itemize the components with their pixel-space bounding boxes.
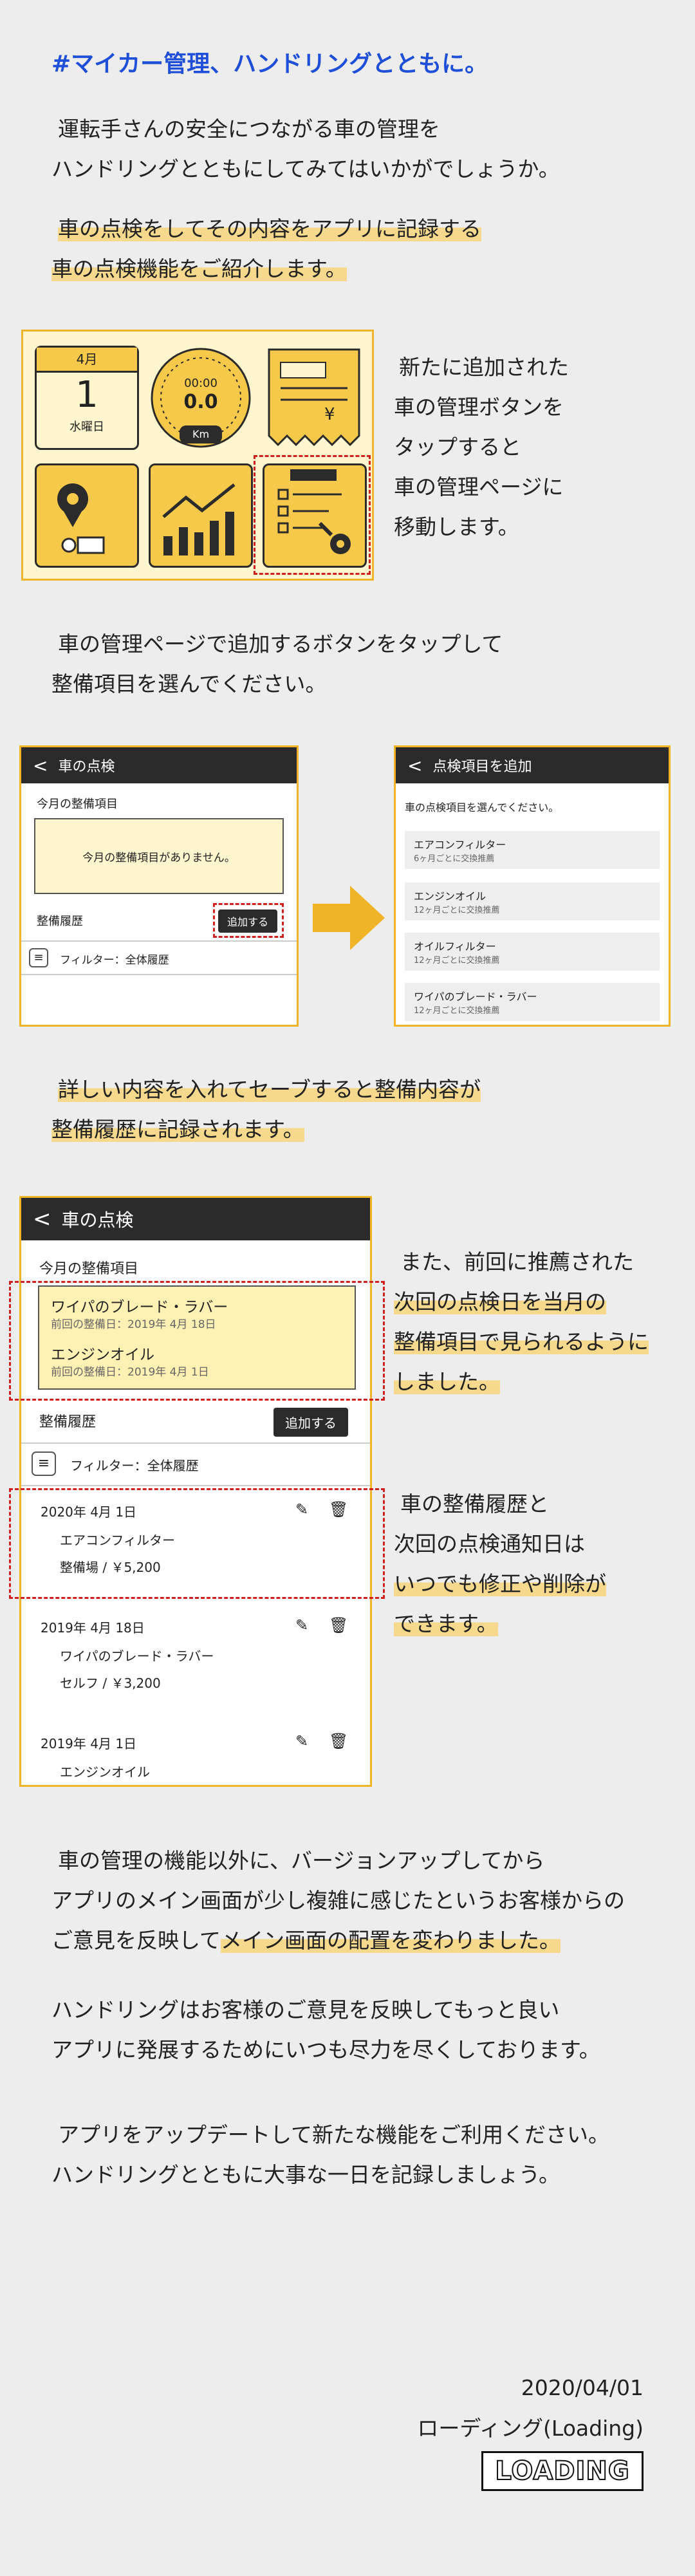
outro1-line-3b: メイン画面の配置を変わりました。: [221, 1928, 561, 1953]
step3-line-1: 詳しい内容を入れてセーブすると整備内容が: [58, 1077, 481, 1102]
item-note: 12ヶ月ごとに交換推薦: [414, 1006, 500, 1016]
filter-label[interactable]: フィルター：全体履歴: [70, 1455, 199, 1474]
screen-a-title: 車の点検: [58, 759, 115, 775]
calendar-day: 1: [75, 374, 98, 416]
outro1-line-1: 車の管理の機能以外に、バージョンアップしてから: [58, 1848, 545, 1873]
outro3-line-2: ハンドリングとともに大事な一日を記録しましょう。: [51, 2162, 561, 2187]
item-name: オイルフィルター: [414, 940, 496, 953]
history-heading: 整備履歴: [39, 1414, 97, 1430]
footer-author: ローディング(Loading): [417, 2416, 644, 2441]
screen-b-header: < 点検項目を追加: [396, 747, 669, 783]
item-name: エンジンオイル: [414, 890, 486, 902]
filter-icon[interactable]: ≡: [32, 1451, 56, 1476]
step2-line-1: 車の管理ページで追加するボタンをタップして: [58, 631, 503, 657]
item-note: 12ヶ月ごとに交換推薦: [414, 906, 500, 915]
desc2-line-2: 次回の点検日を当月の: [394, 1289, 606, 1314]
record-date: 2019年 4月 1日: [41, 1736, 137, 1751]
history-heading: 整備履歴: [37, 915, 83, 928]
desc2-line-3: 整備項目で見られるように: [394, 1329, 649, 1354]
screen-c-title: 車の点検: [61, 1209, 134, 1231]
arrow-right-icon: [313, 886, 385, 950]
item-name: エアコンフィルター: [414, 839, 506, 851]
gauge-time: 00:00: [184, 377, 218, 390]
odometer-icon[interactable]: 00:00 0.0 Km: [149, 346, 253, 450]
filter-icon[interactable]: ≡: [29, 948, 48, 967]
desc1-line-2: 車の管理ボタンを: [394, 395, 564, 420]
desc2-line-4: しました。: [394, 1369, 500, 1394]
month-items-heading: 今月の整備項目: [37, 798, 118, 811]
highlight-car-management: [254, 455, 371, 575]
statistics-chart-icon[interactable]: [149, 463, 253, 568]
desc1-line-1: 新たに追加された: [399, 355, 569, 380]
logo-text: LOADING: [494, 2456, 630, 2487]
record-detail: セルフ / ￥3,200: [60, 1675, 161, 1691]
receipt-icon[interactable]: ¥: [263, 346, 367, 450]
record-item: ワイパのブレード・ラバー: [60, 1648, 214, 1664]
map-location-icon[interactable]: [35, 463, 139, 568]
record-item: エンジンオイル: [60, 1764, 150, 1780]
edit-icon[interactable]: ✎: [295, 1732, 308, 1750]
receipt-currency: ¥: [324, 405, 335, 424]
list-item[interactable]: ワイパのブレード・ラバー 12ヶ月ごとに交換推薦: [405, 983, 660, 1021]
highlight-add-button: [213, 903, 284, 938]
edit-icon[interactable]: ✎: [295, 1616, 308, 1634]
back-arrow-icon[interactable]: <: [33, 755, 48, 776]
record-date: 2019年 4月 18日: [41, 1620, 145, 1636]
item-note: 12ヶ月ごとに交換推薦: [414, 956, 500, 966]
desc3-line-3: いつでも修正や削除が: [394, 1571, 606, 1596]
month-items-heading: 今月の整備項目: [39, 1261, 139, 1277]
trash-icon[interactable]: 🗑: [329, 1616, 348, 1634]
desc1-line-5: 移動します。: [394, 514, 519, 539]
step2-line-2: 整備項目を選んでください。: [51, 671, 327, 696]
calendar-icon[interactable]: 4月 1 水曜日: [35, 346, 139, 450]
step3-line-2: 整備履歴に記録されます。: [51, 1117, 304, 1142]
page-title: #マイカー管理、ハンドリングとともに。: [51, 51, 488, 77]
select-prompt: 車の点検項目を選んでください。: [405, 801, 559, 814]
screen-a-header: < 車の点検: [21, 747, 297, 783]
table-row[interactable]: 2019年 4月 1日 エンジンオイル ✎ 🗑: [21, 1726, 370, 1785]
list-item[interactable]: エンジンオイル 12ヶ月ごとに交換推薦: [405, 882, 660, 920]
menu-icon-panel: 4月 1 水曜日 00:00 0.0 Km ¥: [21, 330, 374, 581]
calendar-weekday: 水曜日: [70, 420, 104, 434]
trash-icon[interactable]: 🗑: [329, 1732, 348, 1750]
screen-add-inspection-item: < 点検項目を追加 車の点検項目を選んでください。 エアコンフィルター 6ヶ月ご…: [394, 745, 671, 1027]
list-item[interactable]: オイルフィルター 12ヶ月ごとに交換推薦: [405, 933, 660, 971]
list-item[interactable]: エアコンフィルター 6ヶ月ごとに交換推薦: [405, 831, 660, 869]
gauge-unit: Km: [192, 428, 210, 440]
calendar-month: 4月: [37, 348, 137, 373]
highlight-history-record: [9, 1488, 385, 1599]
desc3-line-4: できます。: [394, 1611, 498, 1636]
highlight-month-items: [9, 1281, 385, 1401]
gauge-value: 0.0: [183, 391, 218, 413]
screen-c-header: < 車の点検: [21, 1198, 370, 1240]
screen-b-title: 点検項目を追加: [432, 759, 532, 775]
outro2-line-1: ハンドリングはお客様のご意見を反映してもっと良い: [51, 1997, 560, 2022]
feature-line-2: 車の点検機能をご紹介します。: [51, 256, 347, 281]
outro1-line-2: アプリのメイン画面が少し複雑に感じたというお客様からの: [51, 1888, 625, 1913]
footer-date: 2020/04/01: [521, 2375, 644, 2400]
item-note: 6ヶ月ごとに交換推薦: [414, 854, 495, 864]
back-arrow-icon[interactable]: <: [33, 1206, 51, 1232]
loading-logo: LOADING: [481, 2451, 644, 2491]
add-button[interactable]: 追加する: [273, 1408, 348, 1437]
empty-month-text: 今月の整備項目がありません。: [82, 851, 236, 864]
desc1-line-4: 車の管理ページに: [394, 474, 564, 499]
desc2-line-1: また、前回に推薦された: [400, 1249, 634, 1274]
table-row[interactable]: 2019年 4月 18日 ワイパのブレード・ラバー セルフ / ￥3,200 ✎…: [21, 1610, 370, 1719]
outro1-line-3a: ご意見を反映して: [51, 1928, 221, 1953]
feature-line-1: 車の点検をしてその内容をアプリに記録する: [58, 216, 482, 241]
back-arrow-icon[interactable]: <: [407, 755, 422, 776]
outro3-line-1: アプリをアップデートして新たな機能をご利用ください。: [58, 2122, 610, 2147]
desc3-line-1: 車の整備履歴と: [400, 1491, 549, 1517]
empty-month-box: 今月の整備項目がありません。: [34, 818, 284, 894]
desc1-line-3: タップすると: [394, 434, 521, 460]
screen-car-inspection: < 車の点検 今月の整備項目 今月の整備項目がありません。 整備履歴 追加する …: [19, 745, 299, 1027]
item-name: ワイパのブレード・ラバー: [414, 991, 537, 1003]
intro-line-1: 運転手さんの安全につながる車の管理を: [58, 117, 440, 142]
intro-line-2: ハンドリングとともにしてみてはいかがでしょうか。: [51, 156, 560, 182]
desc3-line-2: 次回の点検通知日は: [394, 1531, 585, 1556]
outro2-line-2: アプリに発展するためにいつも尽力を尽くしております。: [51, 2037, 600, 2062]
filter-label[interactable]: フィルター：全体履歴: [60, 951, 169, 967]
